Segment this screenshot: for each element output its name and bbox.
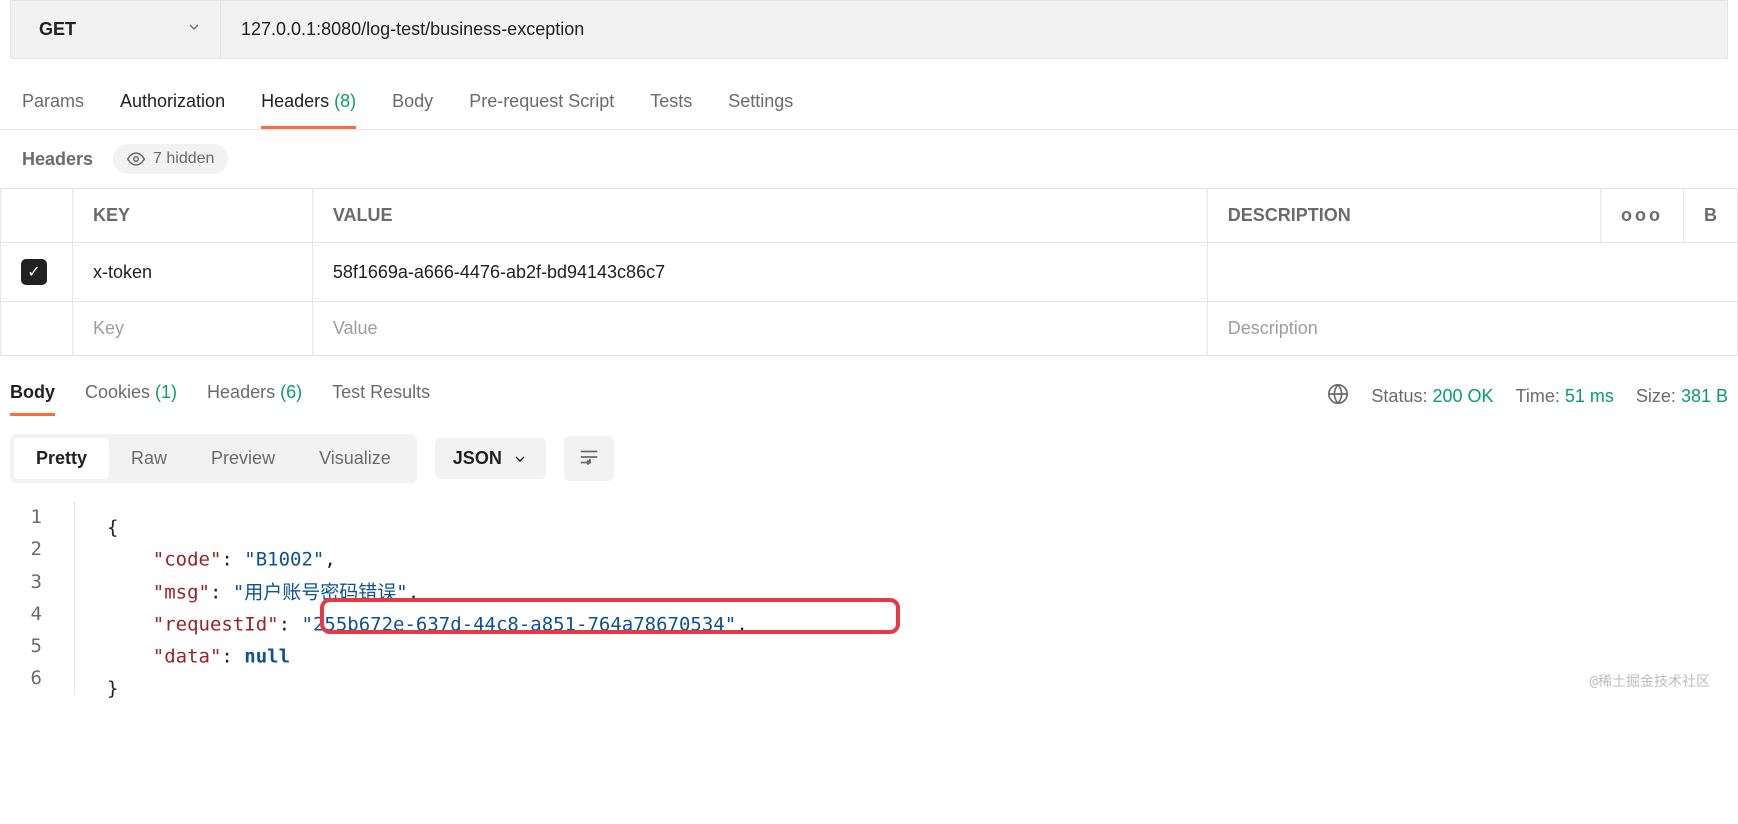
view-tab-pretty[interactable]: Pretty xyxy=(14,438,109,479)
method-select[interactable]: GET xyxy=(11,1,221,58)
hidden-headers-toggle[interactable]: 7 hidden xyxy=(113,144,228,174)
size-label: Size: xyxy=(1636,386,1676,406)
description-placeholder[interactable]: Description xyxy=(1207,302,1737,356)
format-select[interactable]: JSON xyxy=(435,438,546,479)
header-key[interactable]: x-token xyxy=(73,243,313,302)
chevron-down-icon xyxy=(512,451,528,467)
res-tab-headers-count: (6) xyxy=(280,382,302,402)
globe-icon[interactable] xyxy=(1327,383,1349,410)
tab-prerequest[interactable]: Pre-request Script xyxy=(469,81,614,129)
time-value: 51 ms xyxy=(1565,386,1614,406)
view-tab-raw[interactable]: Raw xyxy=(109,438,189,479)
request-bar: GET xyxy=(10,0,1728,59)
url-input[interactable] xyxy=(221,1,1727,58)
tab-tests[interactable]: Tests xyxy=(650,81,692,129)
json-body: 1 { 2 "code": "B1002", 3 "msg": "用户账号密码错… xyxy=(0,501,1738,705)
view-tabs: Pretty Raw Preview Visualize xyxy=(10,434,417,483)
method-label: GET xyxy=(39,19,76,40)
res-tab-headers[interactable]: Headers (6) xyxy=(207,376,302,416)
line-number: 5 xyxy=(10,630,70,662)
view-tab-visualize[interactable]: Visualize xyxy=(297,438,413,479)
size-value: 381 B xyxy=(1681,386,1728,406)
key-placeholder[interactable]: Key xyxy=(73,302,313,356)
eye-icon xyxy=(127,150,145,168)
tab-headers-count: (8) xyxy=(334,91,356,111)
response-tabs-row: Body Cookies (1) Headers (6) Test Result… xyxy=(0,356,1738,416)
res-tab-headers-label: Headers xyxy=(207,382,275,402)
headers-subbar: Headers 7 hidden xyxy=(0,130,1738,188)
res-tab-cookies[interactable]: Cookies (1) xyxy=(85,376,177,416)
row-checkbox-cell: ✓ xyxy=(1,243,73,302)
table-row-new: Key Value Description xyxy=(1,302,1738,356)
col-description: DESCRIPTION xyxy=(1207,189,1600,243)
chevron-down-icon xyxy=(186,19,202,40)
tab-settings[interactable]: Settings xyxy=(728,81,793,129)
line-number: 6 xyxy=(10,662,70,694)
header-description[interactable] xyxy=(1207,243,1737,302)
res-tab-testresults[interactable]: Test Results xyxy=(332,376,430,416)
col-more-button[interactable]: ooo xyxy=(1601,189,1684,243)
header-value[interactable]: 58f1669a-a666-4476-ab2f-bd94143c86c7 xyxy=(312,243,1207,302)
table-row: ✓ x-token 58f1669a-a666-4476-ab2f-bd9414… xyxy=(1,243,1738,302)
wrap-button[interactable] xyxy=(564,436,614,481)
status-group: Status: 200 OK xyxy=(1371,386,1493,407)
request-tabs: Params Authorization Headers (8) Body Pr… xyxy=(0,69,1738,130)
col-key: KEY xyxy=(73,189,313,243)
hidden-count: 7 hidden xyxy=(153,150,214,168)
format-label: JSON xyxy=(453,448,502,469)
view-tab-preview[interactable]: Preview xyxy=(189,438,297,479)
res-tab-cookies-count: (1) xyxy=(155,382,177,402)
col-checkbox xyxy=(1,189,73,243)
headers-table: KEY VALUE DESCRIPTION ooo B ✓ x-token 58… xyxy=(0,188,1738,356)
view-controls: Pretty Raw Preview Visualize JSON xyxy=(0,416,1738,501)
line-number: 1 xyxy=(10,501,70,533)
time-group: Time: 51 ms xyxy=(1516,386,1614,407)
col-value: VALUE xyxy=(312,189,1207,243)
tab-body[interactable]: Body xyxy=(392,81,433,129)
watermark: @稀土掘金技术社区 xyxy=(1590,671,1710,695)
value-placeholder[interactable]: Value xyxy=(312,302,1207,356)
tab-params[interactable]: Params xyxy=(22,81,84,129)
tab-headers-label: Headers xyxy=(261,91,329,111)
row-checkbox-empty xyxy=(1,302,73,356)
headers-label: Headers xyxy=(22,149,93,170)
col-bulk[interactable]: B xyxy=(1684,189,1738,243)
res-tab-body[interactable]: Body xyxy=(10,376,55,416)
time-label: Time: xyxy=(1516,386,1560,406)
wrap-icon xyxy=(578,446,600,468)
line-number: 2 xyxy=(10,533,70,565)
checkbox-checked[interactable]: ✓ xyxy=(21,259,47,285)
response-tabs: Body Cookies (1) Headers (6) Test Result… xyxy=(10,376,430,416)
line-number: 4 xyxy=(10,598,70,630)
tab-headers[interactable]: Headers (8) xyxy=(261,81,356,129)
response-status: Status: 200 OK Time: 51 ms Size: 381 B xyxy=(1327,383,1728,410)
size-group: Size: 381 B xyxy=(1636,386,1728,407)
status-label: Status: xyxy=(1371,386,1427,406)
res-tab-cookies-label: Cookies xyxy=(85,382,150,402)
line-number: 3 xyxy=(10,566,70,598)
tab-authorization[interactable]: Authorization xyxy=(120,81,225,129)
status-value: 200 OK xyxy=(1432,386,1493,406)
